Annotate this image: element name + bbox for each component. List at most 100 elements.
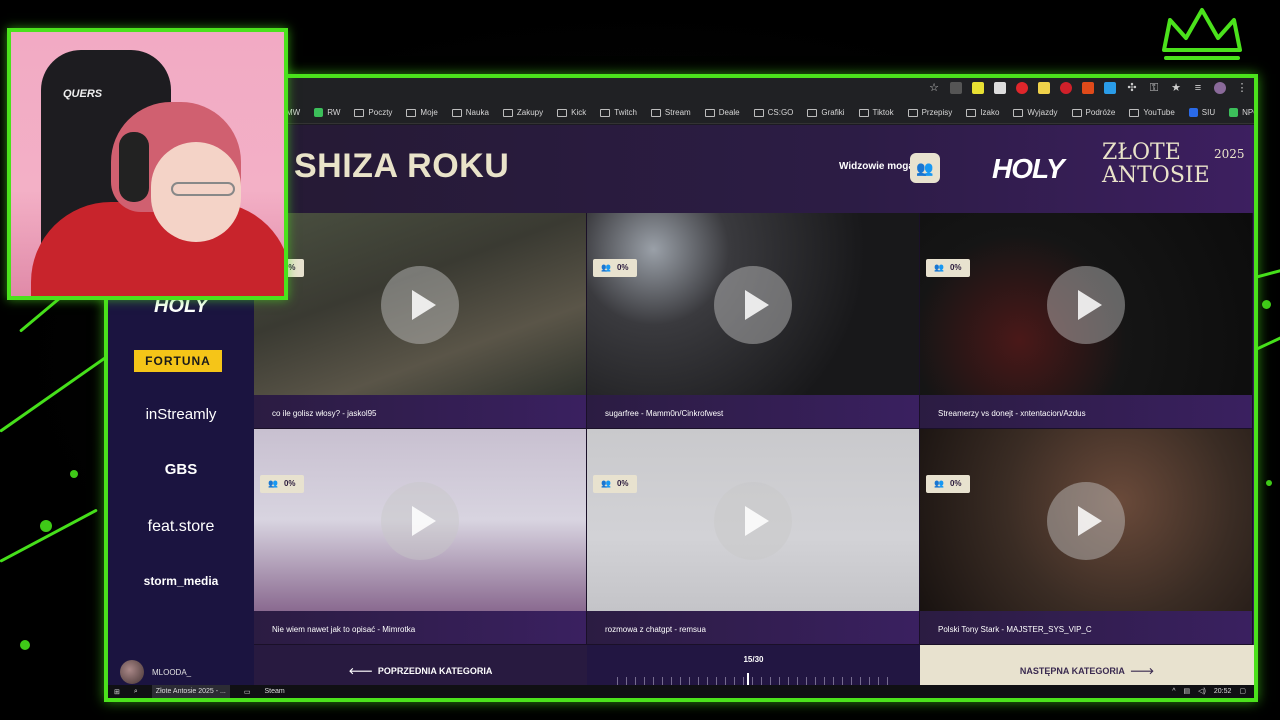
search-icon[interactable]: ⌕ — [134, 688, 138, 696]
video-card[interactable]: 👥 0% Polski Tony Stark - MAJSTER_SYS_VIP_C — [920, 429, 1253, 645]
folder-icon — [753, 108, 764, 117]
progress-counter: 15/30 — [743, 655, 764, 664]
extension-icon[interactable] — [972, 82, 984, 94]
video-card[interactable]: 👥 0% sugarfree - Mamm0n/Cinkrofwest — [587, 213, 920, 429]
video-card[interactable]: 👥 0% Streamerzy vs donejt - xntentacion/Az… — [920, 213, 1253, 429]
folder-icon — [966, 108, 977, 117]
bookmark-item[interactable]: Nauka — [451, 108, 489, 117]
folder-icon — [858, 108, 869, 117]
bookmark-item[interactable]: NPC — [1229, 108, 1254, 117]
viewers-vote-button[interactable]: 👥 — [910, 153, 940, 183]
video-card[interactable]: 👥 0% Nie wiem nawet jak to opisać - Mimrot… — [254, 429, 587, 645]
prev-label: POPRZEDNIA KATEGORIA — [377, 666, 493, 676]
avatar-icon[interactable] — [1214, 82, 1226, 94]
folder-icon — [650, 108, 661, 117]
vote-percent: 0% — [616, 479, 629, 488]
webcam-overlay: QUERS — [7, 28, 288, 300]
bookmark-item[interactable]: Twitch — [600, 108, 637, 117]
play-icon[interactable] — [381, 482, 459, 560]
video-caption: Streamerzy vs donejt - xntentacion/Azdus — [920, 395, 1252, 428]
vote-percent: 0% — [949, 479, 962, 488]
stream-overlay: ☆ ✣ ⚿ ★ ≡ ⋮ MW RW Poczty Moje Nauka Zakupy Kic… — [0, 0, 1280, 720]
extension-icon[interactable] — [1060, 82, 1072, 94]
play-icon[interactable] — [381, 266, 459, 344]
sponsor-feat-store[interactable]: feat.store — [108, 518, 254, 536]
bookmark-favicon-icon — [1188, 108, 1198, 117]
taskbar-steam[interactable]: Steam — [264, 688, 284, 695]
bookmark-item[interactable]: Stream — [650, 108, 691, 117]
bookmark-item[interactable]: Grafiki — [807, 108, 845, 117]
play-icon[interactable] — [714, 482, 792, 560]
extension-icon[interactable] — [1016, 82, 1028, 94]
page-title: SHIZA ROKU — [294, 147, 510, 185]
folder-icon — [557, 108, 568, 117]
user-profile[interactable]: MLOODA_ — [120, 660, 191, 684]
key-icon[interactable]: ⚿ — [1148, 82, 1160, 94]
paint-streak — [0, 508, 98, 563]
paint-streak — [0, 349, 116, 433]
play-icon[interactable] — [1047, 482, 1125, 560]
vote-percent-badge: 👥 0% — [926, 259, 970, 277]
paint-splat — [40, 520, 52, 532]
video-caption: sugarfree - Mamm0n/Cinkrofwest — [587, 395, 919, 428]
bookmark-item[interactable]: Zakupy — [502, 108, 543, 117]
clock[interactable]: 20:52 — [1214, 685, 1232, 698]
sponsor-instreamly[interactable]: inStreamly — [108, 406, 254, 423]
vote-percent: 0% — [283, 479, 296, 488]
extension-icon[interactable] — [1082, 82, 1094, 94]
kebab-menu-icon[interactable]: ⋮ — [1236, 82, 1248, 94]
notifications-icon[interactable]: ▢ — [1239, 685, 1246, 698]
puzzle-icon[interactable]: ✣ — [1126, 82, 1138, 94]
bookmark-item[interactable]: Kick — [557, 108, 586, 117]
bookmark-item[interactable]: Podróże — [1071, 108, 1115, 117]
glasses — [171, 182, 235, 196]
sponsor-gbs[interactable]: GBS — [108, 461, 254, 478]
video-caption: rozmowa z chatgpt - remsua — [587, 611, 919, 644]
video-caption: Polski Tony Stark - MAJSTER_SYS_VIP_C — [920, 611, 1252, 644]
bookmark-item[interactable]: Izako — [966, 108, 999, 117]
folder-icon[interactable]: ▭ — [244, 688, 251, 696]
bookmark-item[interactable]: MW — [286, 108, 300, 117]
bookmark-label: MW — [286, 108, 301, 117]
bookmark-item[interactable]: Poczty — [354, 108, 392, 117]
bookmark-item[interactable]: Tiktok — [858, 108, 894, 117]
zlote-antosie-logo: ZŁOTE ANTOSIE — [1102, 141, 1210, 187]
tray-chevron-icon[interactable]: ^ — [1172, 685, 1175, 698]
network-icon[interactable]: ▤ — [1184, 685, 1191, 698]
arrow-right-icon: 🡒 — [1124, 666, 1155, 676]
vote-percent-badge: 👥 0% — [260, 475, 304, 493]
bookmark-item[interactable]: Moje — [406, 108, 438, 117]
bookmark-item[interactable]: CS:GO — [753, 108, 794, 117]
video-card[interactable]: 👥 0% rozmowa z chatgpt - remsua — [587, 429, 920, 645]
folder-icon — [406, 108, 417, 117]
volume-icon[interactable]: ◁) — [1198, 685, 1206, 698]
sponsor-storm-media[interactable]: storm_media — [108, 574, 254, 588]
folder-icon — [907, 108, 918, 117]
video-card[interactable]: 👥0%co ile golisz włosy? - jaskol95 — [254, 213, 587, 429]
bookmark-item[interactable]: YouTube — [1129, 108, 1175, 117]
play-icon[interactable] — [1047, 266, 1125, 344]
taskbar-browser-tab[interactable]: Złote Antosie 2025 - ... — [151, 685, 230, 698]
windows-start-icon[interactable]: ⊞ — [114, 688, 120, 696]
play-icon[interactable] — [714, 266, 792, 344]
bookmark-label: Kick — [571, 108, 587, 117]
bookmark-item[interactable]: RW — [314, 108, 340, 117]
bookmark-label: CS:GO — [767, 108, 794, 117]
extension-icon[interactable] — [994, 82, 1006, 94]
extension-icon[interactable] — [1104, 82, 1116, 94]
logo-line-1: ZŁOTE — [1102, 140, 1181, 165]
bookmark-item[interactable]: Przepisy — [907, 108, 953, 117]
extension-icon[interactable] — [950, 82, 962, 94]
menu-icon[interactable]: ≡ — [1192, 82, 1204, 94]
bookmark-item[interactable]: SIU — [1188, 108, 1215, 117]
star-icon[interactable]: ☆ — [928, 82, 940, 94]
folder-icon — [354, 108, 365, 117]
sponsor-fortuna[interactable]: FORTUNA — [134, 350, 222, 372]
extension-icons: ☆ ✣ ⚿ ★ ≡ ⋮ — [928, 82, 1248, 94]
extension-icon[interactable] — [1038, 82, 1050, 94]
bookmark-star-icon[interactable]: ★ — [1170, 82, 1182, 94]
bookmark-item[interactable]: Deale — [704, 108, 740, 117]
bookmark-label: Przepisy — [921, 108, 953, 117]
bookmark-item[interactable]: Wyjazdy — [1013, 108, 1058, 117]
bookmark-label: Grafiki — [821, 108, 845, 117]
